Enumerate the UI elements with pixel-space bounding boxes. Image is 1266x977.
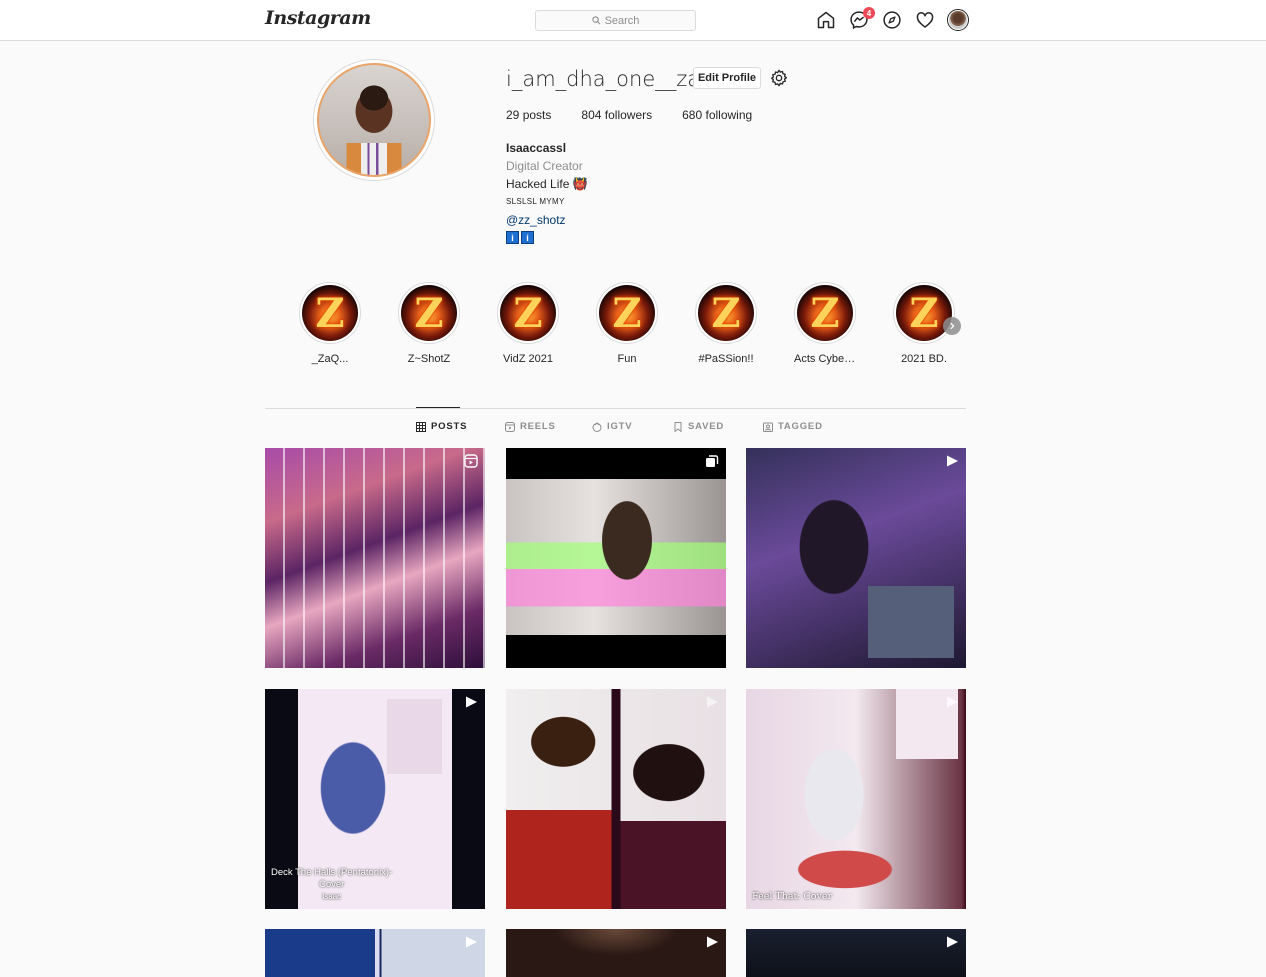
highlight-label: Fun: [617, 353, 637, 365]
igtv-icon: [592, 421, 602, 432]
video-play-icon: [707, 696, 718, 708]
video-play-icon: [947, 455, 958, 467]
tab-reels[interactable]: REELS: [505, 421, 556, 432]
post-thumbnail[interactable]: Deck The Halls (Pentatonix)- Cover Isaac: [265, 689, 485, 909]
post-thumbnail[interactable]: [506, 448, 726, 668]
tab-igtv[interactable]: IGTV: [592, 421, 632, 432]
info-badges: i i: [506, 231, 588, 244]
post-thumbnail[interactable]: [265, 929, 485, 977]
instagram-logo[interactable]: Instagram: [265, 7, 371, 29]
highlight-label: #PaSSion!!: [698, 353, 754, 365]
highlight-label: 2021 BD.: [901, 353, 947, 365]
info-icon: i: [521, 231, 534, 244]
tab-saved[interactable]: SAVED: [673, 421, 724, 432]
profile-avatar-nav[interactable]: [947, 9, 969, 31]
activity-heart-icon[interactable]: [914, 9, 936, 31]
avatar: [949, 11, 967, 29]
edit-profile-button[interactable]: Edit Profile: [693, 67, 761, 89]
post-thumbnail[interactable]: [506, 929, 726, 977]
bookmark-icon: [674, 421, 682, 432]
video-play-icon: [466, 696, 477, 708]
profile-username: i_am_dha_one__zac: [506, 67, 712, 91]
bio-line: SLSLSL MYMY: [506, 197, 565, 206]
profile-full-name: Isaaccassl: [506, 141, 567, 155]
story-highlight[interactable]: Z Acts Cyberj...: [794, 282, 856, 365]
followers-link[interactable]: 804 followers: [581, 108, 652, 122]
messenger-icon[interactable]: 4: [848, 7, 875, 31]
highlight-label: _ZaQ...: [311, 353, 349, 365]
story-highlight[interactable]: Z #PaSSion!!: [695, 282, 757, 365]
post-thumbnail[interactable]: Feel That: Cover: [746, 689, 966, 909]
post-thumbnail[interactable]: [746, 448, 966, 668]
chevron-right-icon[interactable]: [943, 317, 961, 335]
home-icon[interactable]: [815, 9, 837, 31]
posts-count: 29 posts: [506, 108, 552, 122]
post-thumbnail[interactable]: [746, 929, 966, 977]
tagged-icon: [763, 422, 773, 432]
bio-mention-link[interactable]: @zz_shotz: [506, 211, 588, 229]
following-link[interactable]: 680 following: [682, 108, 752, 122]
search-placeholder: Search: [604, 14, 640, 27]
carousel-icon: [706, 455, 719, 467]
story-highlight[interactable]: Z Fun: [596, 282, 658, 365]
highlight-label: Acts Cyberj...: [794, 353, 856, 365]
video-play-icon: [466, 936, 477, 948]
tabs-divider: [265, 408, 966, 409]
search-input[interactable]: Search: [535, 10, 696, 31]
profile-picture[interactable]: [313, 59, 435, 181]
post-thumbnail[interactable]: [506, 689, 726, 909]
story-highlight[interactable]: Z Z~ShotZ: [398, 282, 460, 365]
highlight-label: VidZ 2021: [503, 353, 553, 365]
info-icon: i: [506, 231, 519, 244]
profile-bio: Isaaccassl Digital Creator Hacked Life 👹…: [506, 139, 588, 244]
tab-tagged[interactable]: TAGGED: [763, 421, 823, 432]
highlight-label: Z~ShotZ: [407, 353, 451, 365]
highlight-cover: Z: [299, 282, 361, 344]
video-play-icon: [947, 696, 958, 708]
search-icon: [591, 16, 601, 25]
notification-badge: 4: [863, 7, 875, 19]
grid-icon: [416, 421, 426, 432]
top-navigation-bar: Instagram Search 4: [0, 0, 1266, 41]
post-overlay-caption: Deck The Halls (Pentatonix)- Cover Isaac: [271, 867, 393, 901]
highlight-cover: Z: [497, 282, 559, 344]
highlight-cover: Z: [398, 282, 460, 344]
post-thumbnail[interactable]: [265, 448, 485, 668]
reels-icon: [505, 421, 515, 432]
post-overlay-caption: Feel That: Cover: [752, 891, 833, 902]
active-tab-indicator: [416, 407, 460, 408]
bio-line: Hacked Life 👹: [506, 177, 588, 191]
profile-category: Digital Creator: [506, 159, 583, 173]
tab-posts[interactable]: POSTS: [416, 421, 467, 432]
avatar: [317, 63, 431, 177]
story-highlight[interactable]: Z _ZaQ...: [299, 282, 361, 365]
highlight-cover: Z: [794, 282, 856, 344]
highlight-cover: Z: [893, 282, 955, 344]
profile-stats: 29 posts 804 followers 680 following: [506, 108, 782, 122]
story-highlight[interactable]: Z VidZ 2021: [497, 282, 559, 365]
reels-icon: [464, 454, 478, 468]
video-play-icon: [947, 936, 958, 948]
explore-compass-icon[interactable]: [881, 9, 903, 31]
highlight-cover: Z: [695, 282, 757, 344]
settings-gear-icon[interactable]: [769, 68, 789, 88]
highlight-cover: Z: [596, 282, 658, 344]
video-play-icon: [707, 936, 718, 948]
